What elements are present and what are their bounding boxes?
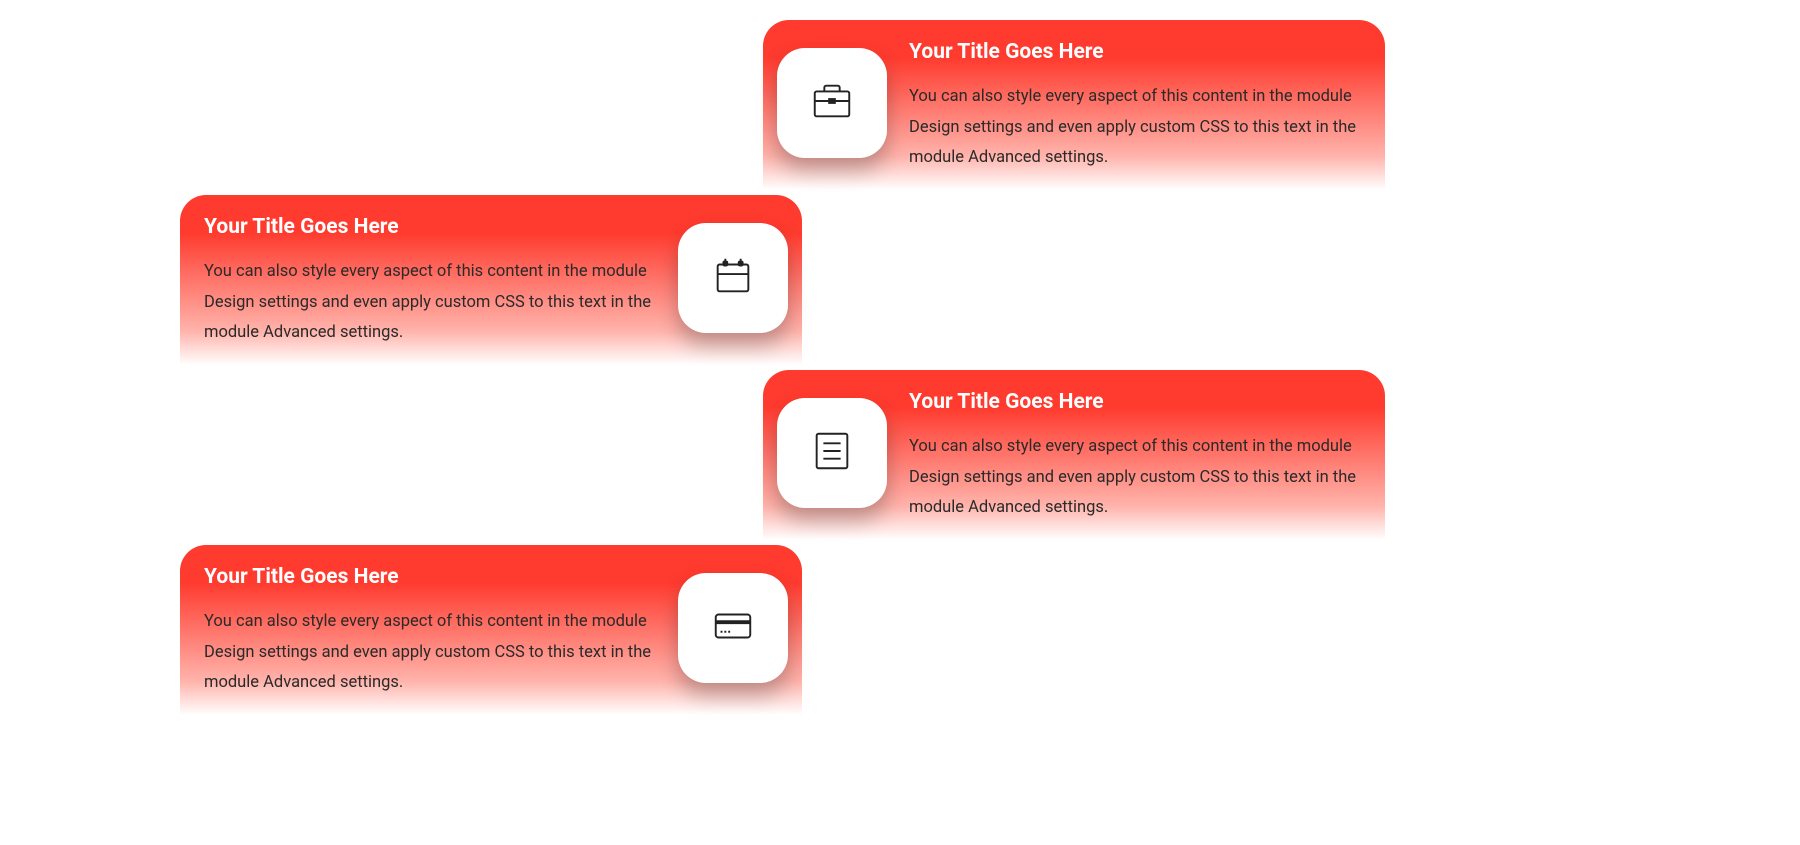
- card-title: Your Title Goes Here: [204, 565, 656, 589]
- card-body: You can also style every aspect of this …: [909, 432, 1361, 524]
- calendar-icon: [710, 253, 756, 303]
- feature-card-1: Your Title Goes Here You can also style …: [763, 20, 1385, 190]
- credit-card-icon: [710, 603, 756, 653]
- card-body: You can also style every aspect of this …: [204, 257, 656, 349]
- feature-card-4: Your Title Goes Here You can also style …: [180, 545, 802, 715]
- feature-card-3: Your Title Goes Here You can also style …: [763, 370, 1385, 540]
- icon-box: [678, 223, 788, 333]
- card-body: You can also style every aspect of this …: [204, 607, 656, 699]
- icon-box: [678, 573, 788, 683]
- icon-box: [777, 48, 887, 158]
- card-title: Your Title Goes Here: [204, 215, 656, 239]
- card-title: Your Title Goes Here: [909, 40, 1361, 64]
- card-title: Your Title Goes Here: [909, 390, 1361, 414]
- feature-card-2: Your Title Goes Here You can also style …: [180, 195, 802, 365]
- icon-box: [777, 398, 887, 508]
- briefcase-icon: [809, 78, 855, 128]
- document-icon: [809, 428, 855, 478]
- card-body: You can also style every aspect of this …: [909, 82, 1361, 174]
